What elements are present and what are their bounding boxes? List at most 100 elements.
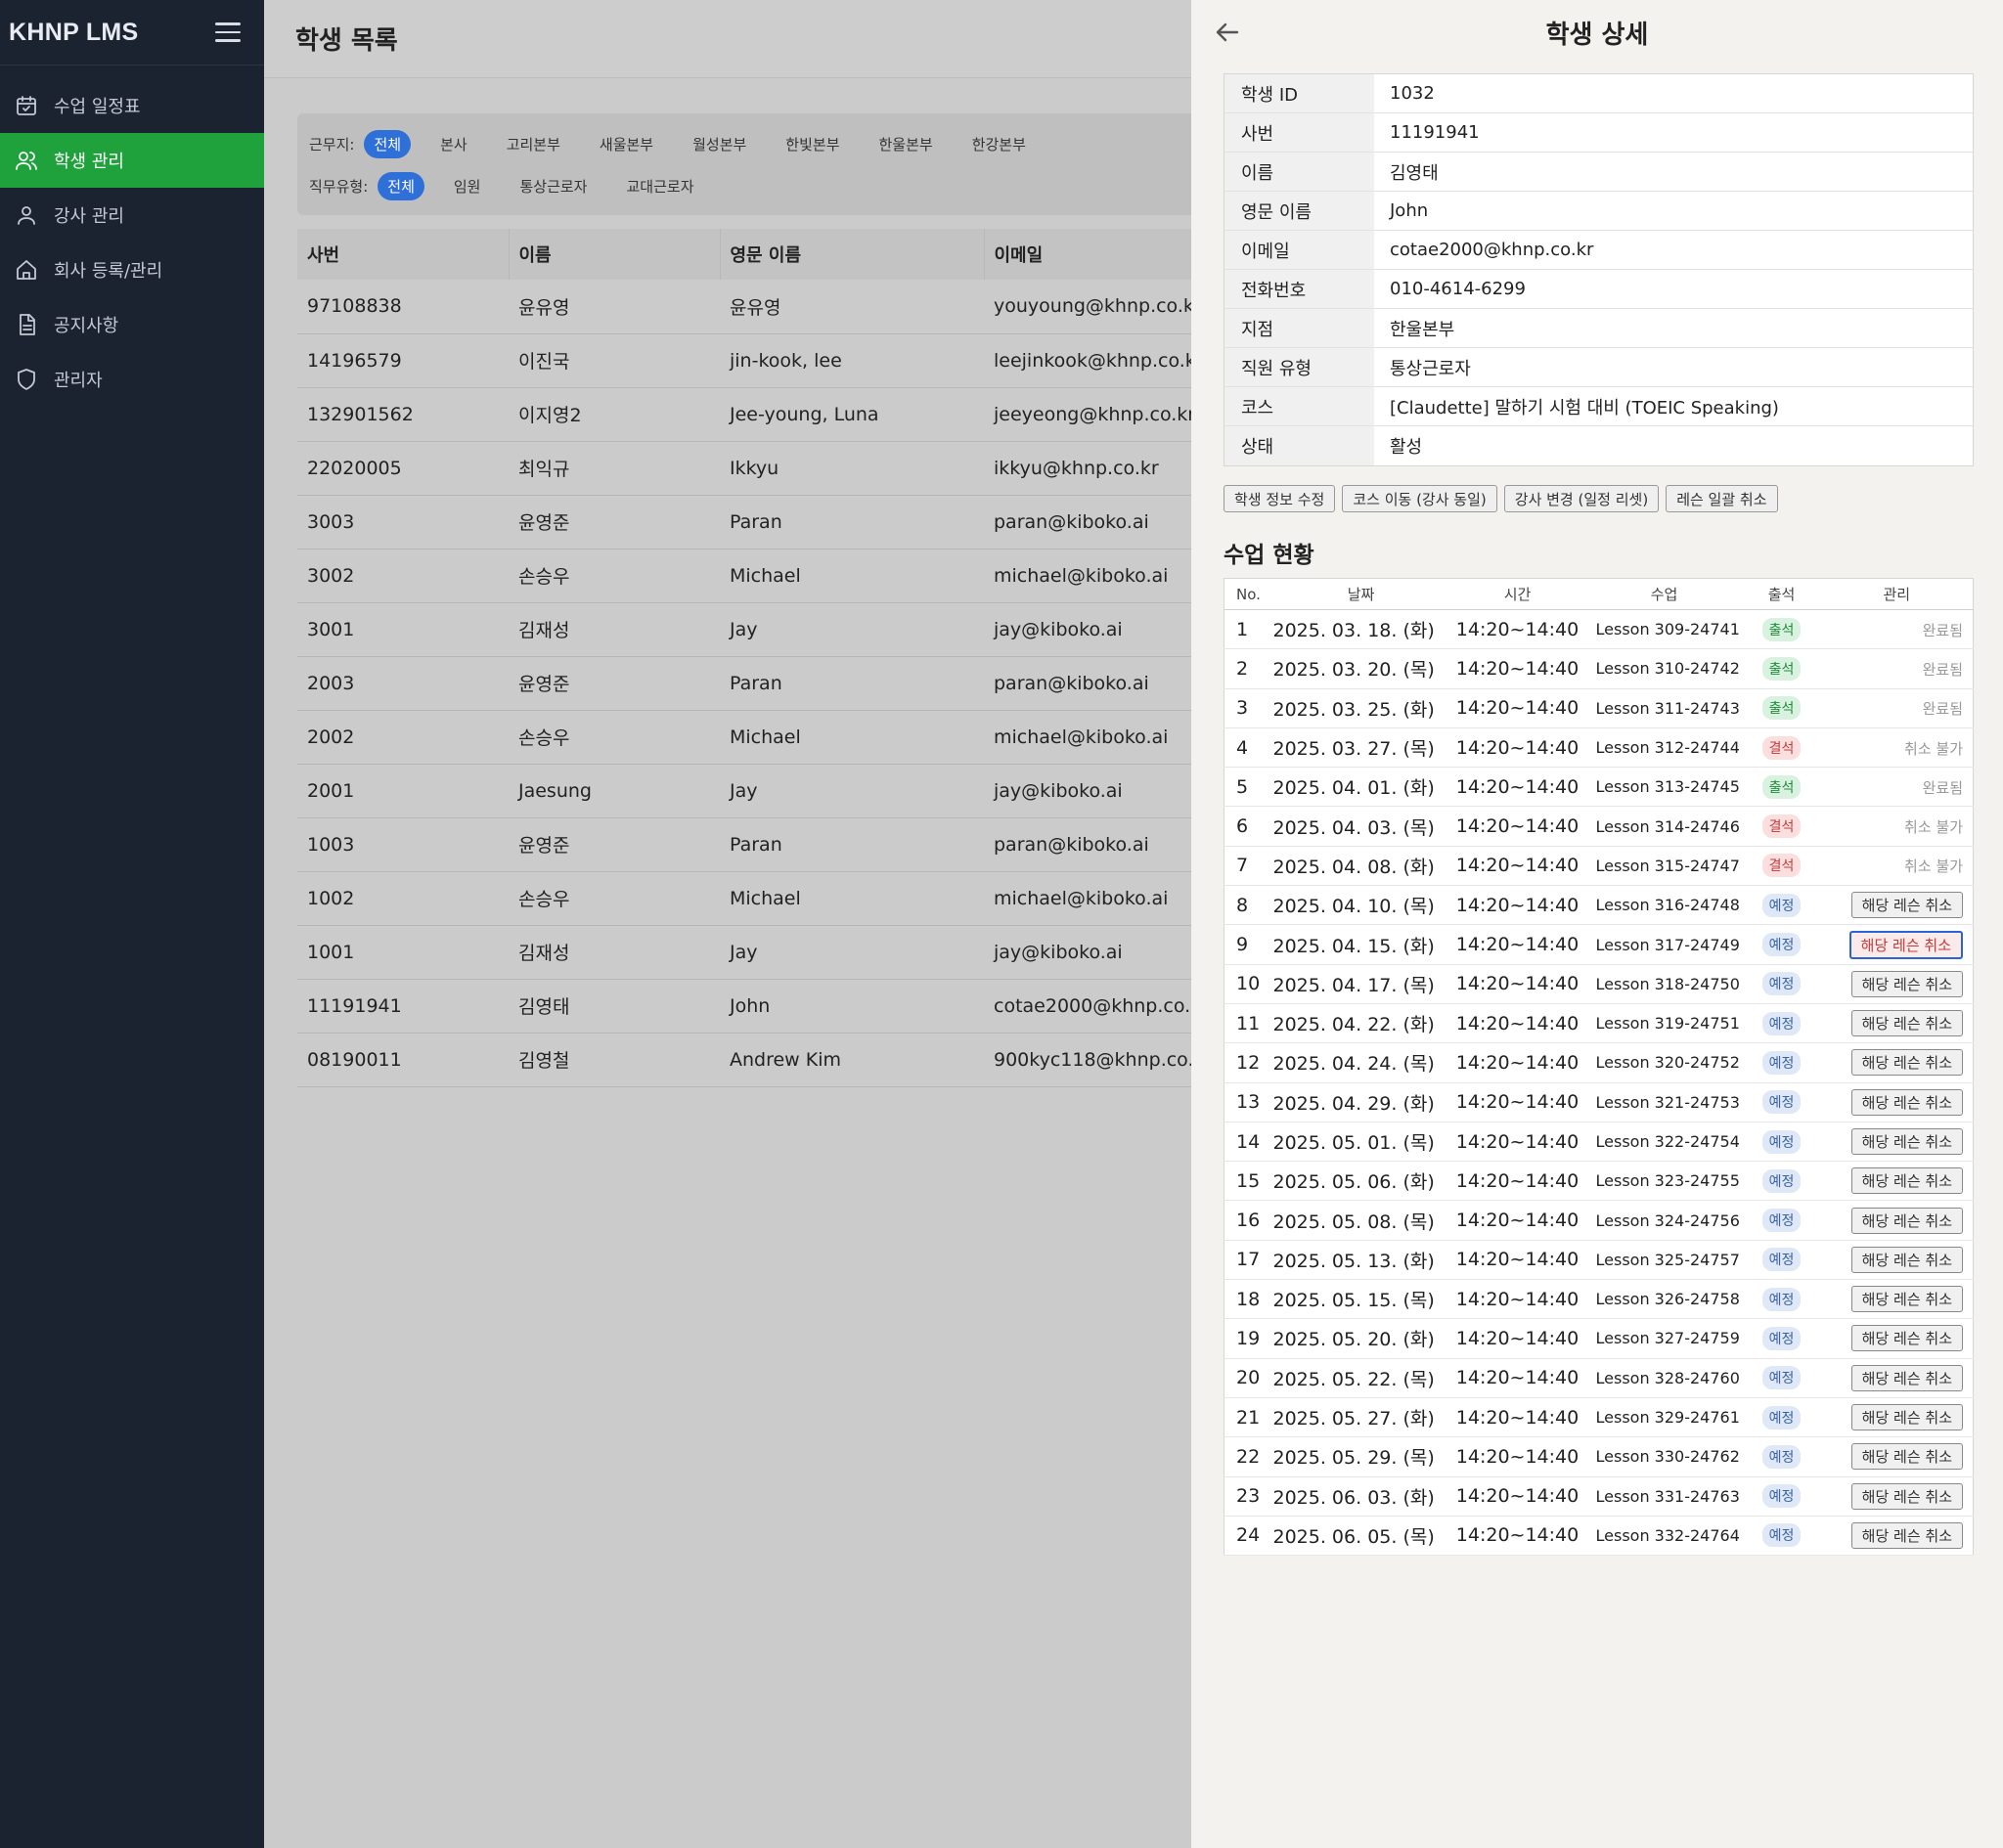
- jobtype-chip[interactable]: 교대근로자: [617, 172, 704, 200]
- lesson-time: 14:20~14:40: [1448, 1003, 1586, 1044]
- management-cell: 해당 레슨 취소: [1820, 924, 1974, 965]
- cancel-lesson-button[interactable]: 해당 레슨 취소: [1850, 1325, 1963, 1352]
- workplace-chip[interactable]: 전체: [364, 129, 412, 158]
- jobtype-chip[interactable]: 통상근로자: [510, 172, 597, 200]
- column-header[interactable]: 영문 이름: [720, 229, 985, 280]
- attendance-cell: 예정: [1742, 1436, 1821, 1477]
- lesson-date: 2025. 03. 27. (목): [1272, 727, 1449, 769]
- workplace-chip[interactable]: 새울본부: [590, 130, 663, 158]
- cancel-lesson-button[interactable]: 해당 레슨 취소: [1850, 1246, 1963, 1273]
- sidebar-item-5[interactable]: 공지사항: [0, 297, 264, 352]
- cancel-lesson-button[interactable]: 해당 레슨 취소: [1850, 1404, 1963, 1431]
- cancel-lesson-button[interactable]: 해당 레슨 취소: [1850, 892, 1963, 919]
- cancel-lesson-button[interactable]: 해당 레슨 취소: [1848, 930, 1963, 959]
- table-row[interactable]: 2002 손승우 Michael michael@kiboko.ai: [297, 710, 1191, 765]
- attendance-badge: 예정: [1761, 1090, 1802, 1115]
- lesson-date: 2025. 05. 15. (목): [1272, 1279, 1449, 1320]
- column-header[interactable]: 이름: [509, 229, 721, 280]
- table-row[interactable]: 132901562 이지영2 Jee-young, Luna jeeyeong@khn…: [297, 387, 1191, 442]
- management-cell: 해당 레슨 취소: [1820, 1397, 1974, 1438]
- lesson-no: 13: [1224, 1082, 1273, 1122]
- attendance-badge: 예정: [1761, 1248, 1802, 1272]
- app-logo: KHNP LMS: [9, 18, 139, 46]
- management-cell: 해당 레슨 취소: [1820, 1358, 1974, 1398]
- lesson-time: 14:20~14:40: [1448, 924, 1586, 965]
- lesson-name: Lesson 314-24746: [1585, 806, 1743, 847]
- sidebar-item-6[interactable]: 관리자: [0, 352, 264, 407]
- hamburger-menu-icon[interactable]: [215, 22, 241, 42]
- lesson-date: 2025. 04. 24. (목): [1272, 1042, 1449, 1083]
- table-row[interactable]: 3003 윤영준 Paran paran@kiboko.ai: [297, 495, 1191, 550]
- table-row[interactable]: 3001 김재성 Jay jay@kiboko.ai: [297, 602, 1191, 657]
- sidebar-item-4[interactable]: 회사 등록/관리: [0, 242, 264, 297]
- attendance-badge: 예정: [1761, 933, 1802, 957]
- table-row[interactable]: 11191941 김영태 John cotae2000@khnp.co.kr: [297, 979, 1191, 1034]
- jobtype-chip[interactable]: 전체: [378, 171, 424, 200]
- back-arrow-icon[interactable]: [1213, 18, 1242, 47]
- table-row[interactable]: 1002 손승우 Michael michael@kiboko.ai: [297, 871, 1191, 926]
- workplace-chip[interactable]: 한울본부: [869, 130, 943, 158]
- attendance-cell: 예정: [1742, 1358, 1821, 1398]
- cancel-lesson-button[interactable]: 해당 레슨 취소: [1850, 1443, 1963, 1471]
- move-course-button[interactable]: 코스 이동 (강사 동일): [1342, 485, 1497, 512]
- cancel-lesson-button[interactable]: 해당 레슨 취소: [1850, 1049, 1963, 1077]
- workplace-filter-label: 근무지:: [309, 135, 355, 154]
- lesson-date: 2025. 05. 20. (화): [1272, 1318, 1449, 1359]
- change-teacher-button[interactable]: 강사 변경 (일정 리셋): [1503, 485, 1660, 512]
- sidebar-item-label: 회사 등록/관리: [54, 261, 163, 282]
- lesson-row: 17 2025. 05. 13. (화) 14:20~14:40 Lesson 325…: [1224, 1240, 1974, 1281]
- cancel-lesson-button[interactable]: 해당 레슨 취소: [1850, 1207, 1963, 1234]
- info-key: 상태: [1224, 426, 1374, 465]
- lesson-time: 14:20~14:40: [1448, 727, 1586, 769]
- lesson-date: 2025. 05. 22. (목): [1272, 1358, 1449, 1398]
- workplace-chip[interactable]: 고리본부: [497, 130, 570, 158]
- table-cell: 손승우: [509, 710, 720, 765]
- management-cell: 해당 레슨 취소: [1820, 1476, 1974, 1517]
- cancel-lesson-button[interactable]: 해당 레슨 취소: [1850, 1364, 1963, 1391]
- management-cell: 해당 레슨 취소: [1820, 1122, 1974, 1163]
- attendance-cell: 예정: [1742, 924, 1821, 965]
- table-row[interactable]: 14196579 이진국 jin-kook, lee leejinkook@khnp.…: [297, 333, 1191, 388]
- sidebar-item-3[interactable]: 강사 관리: [0, 188, 264, 242]
- attendance-badge: 예정: [1761, 1168, 1802, 1193]
- workplace-chip[interactable]: 한강본부: [962, 130, 1036, 158]
- table-row[interactable]: 1001 김재성 Jay jay@kiboko.ai: [297, 925, 1191, 980]
- workplace-chip[interactable]: 본사: [430, 130, 477, 158]
- cancel-lesson-button[interactable]: 해당 레슨 취소: [1850, 1088, 1963, 1116]
- table-row[interactable]: 22020005 최익규 Ikkyu ikkyu@khnp.co.kr: [297, 441, 1191, 496]
- sidebar-item-label: 수업 일정표: [54, 97, 141, 117]
- table-row[interactable]: 2003 윤영준 Paran paran@kiboko.ai: [297, 656, 1191, 711]
- table-cell: 김재성: [509, 925, 720, 980]
- jobtype-chip[interactable]: 임원: [444, 172, 491, 200]
- workplace-chip[interactable]: 한빛본부: [776, 130, 849, 158]
- cancel-all-lessons-button[interactable]: 레슨 일괄 취소: [1666, 485, 1778, 512]
- column-header[interactable]: 사번: [297, 229, 510, 280]
- cancel-lesson-button[interactable]: 해당 레슨 취소: [1850, 1482, 1963, 1510]
- table-cell: Jay: [720, 602, 984, 657]
- sidebar-item-1[interactable]: 수업 일정표: [0, 78, 264, 133]
- lesson-mgmt-status: 완료됨: [1922, 778, 1963, 797]
- table-row[interactable]: 3002 손승우 Michael michael@kiboko.ai: [297, 549, 1191, 603]
- cancel-lesson-button[interactable]: 해당 레슨 취소: [1850, 1010, 1963, 1037]
- cancel-lesson-button[interactable]: 해당 레슨 취소: [1850, 970, 1963, 997]
- lesson-row: 20 2025. 05. 22. (목) 14:20~14:40 Lesson 328…: [1224, 1358, 1974, 1398]
- cancel-lesson-button[interactable]: 해당 레슨 취소: [1850, 1128, 1963, 1155]
- lesson-row: 14 2025. 05. 01. (목) 14:20~14:40 Lesson 322…: [1224, 1122, 1974, 1163]
- lesson-name: Lesson 320-24752: [1585, 1042, 1743, 1083]
- lesson-no: 6: [1224, 806, 1273, 847]
- lesson-date: 2025. 03. 18. (화): [1272, 609, 1449, 650]
- cancel-lesson-button[interactable]: 해당 레슨 취소: [1850, 1167, 1963, 1195]
- sidebar-item-label: 강사 관리: [54, 206, 124, 227]
- info-key: 이메일: [1224, 231, 1374, 269]
- attendance-cell: 예정: [1742, 1161, 1821, 1202]
- table-row[interactable]: 1003 윤영준 Paran paran@kiboko.ai: [297, 817, 1191, 872]
- edit-student-button[interactable]: 학생 정보 수정: [1224, 485, 1336, 512]
- column-header[interactable]: 이메일: [984, 229, 1191, 280]
- workplace-chip[interactable]: 월성본부: [683, 130, 756, 158]
- table-row[interactable]: 97108838 윤유영 윤유영 youyoung@khnp.co.kr: [297, 280, 1191, 334]
- cancel-lesson-button[interactable]: 해당 레슨 취소: [1850, 1286, 1963, 1313]
- cancel-lesson-button[interactable]: 해당 레슨 취소: [1850, 1521, 1963, 1549]
- table-row[interactable]: 08190011 김영철 Andrew Kim 900kyc118@khnp.co.k…: [297, 1033, 1191, 1087]
- sidebar-item-2[interactable]: 학생 관리: [0, 133, 264, 188]
- table-row[interactable]: 2001 Jaesung Jay jay@kiboko.ai: [297, 764, 1191, 818]
